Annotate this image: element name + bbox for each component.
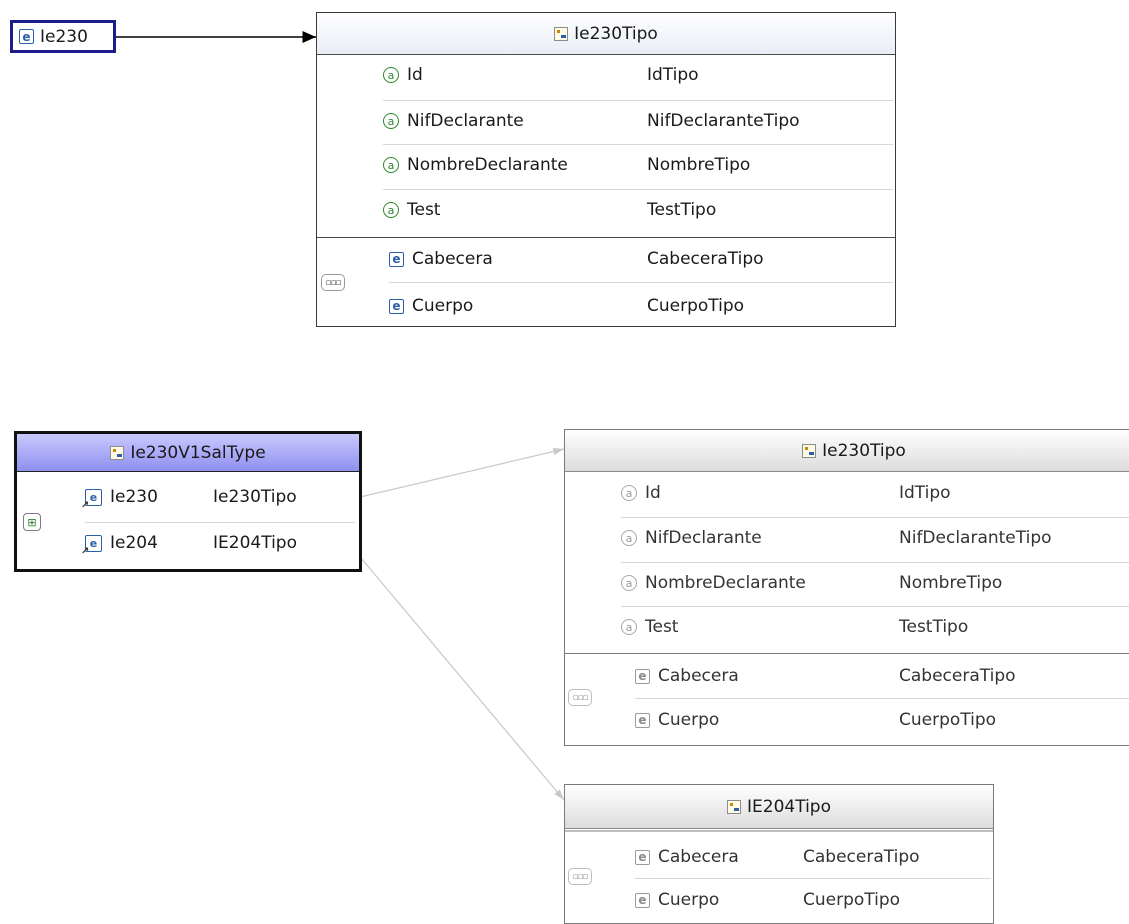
top-element-node[interactable]: e Ie230 [10,20,116,53]
sequence-icon[interactable]: ▫▫▫ [321,274,345,291]
element-type: IE204Tipo [213,533,297,553]
attribute-icon: a [621,619,637,635]
top-element-name: Ie230 [40,26,88,47]
ref2-element-row[interactable]: e Cuerpo [635,879,719,921]
element-ref-icon: e [81,488,102,511]
attr-name: NifDeclarante [645,528,762,548]
attr-type: IdTipo [647,65,699,85]
attr-name: Id [645,483,661,503]
top-element-row[interactable]: e Cuerpo [389,285,473,327]
ref-type-1-name: Ie230Tipo [822,440,906,461]
element-name: Ie204 [110,533,158,553]
root-type-box[interactable]: Ie230V1SalType e Ie230 Ie230Tipo e Ie204… [14,431,362,572]
ref1-attr-row[interactable]: a Test [621,606,678,648]
root-ie230-to-type-arrow [355,447,565,499]
attribute-icon: a [621,485,637,501]
element-type: CabeceraTipo [647,249,764,269]
element-icon: e [635,712,650,728]
sequence-icon[interactable]: ▫▫▫ [568,868,592,885]
element-type: CuerpoTipo [803,890,901,910]
element-type: Ie230Tipo [213,487,297,507]
root-type-header: Ie230V1SalType [17,434,359,472]
element-ref-icon: e [81,534,102,557]
ref-type-2-header: IE204Tipo [565,785,993,829]
ref1-element-row[interactable]: e Cabecera [635,655,739,697]
attr-type: TestTipo [899,617,969,637]
element-type: CabeceraTipo [803,847,920,867]
element-name: Cabecera [658,847,739,867]
top-type-name: Ie230Tipo [574,23,658,44]
complex-type-icon [554,26,569,41]
attr-name: Id [407,65,423,85]
top-attr-row[interactable]: a NombreDeclarante [383,144,568,186]
ref2-element-row[interactable]: e Cabecera [635,836,739,878]
ref1-attr-row[interactable]: a Id [621,472,661,514]
ref-type-1-header: Ie230Tipo [565,430,1129,472]
element-name: Cuerpo [658,710,720,730]
ref-type-1-box[interactable]: Ie230Tipo a Id IdTipo a NifDeclarante Ni… [564,429,1129,746]
element-name: Ie230 [110,487,158,507]
complex-type-icon [802,443,817,458]
root-ie204-to-type-arrow [355,551,565,801]
element-type: CabeceraTipo [899,666,1016,686]
attribute-icon: a [621,575,637,591]
element-name: Cabecera [412,249,493,269]
attr-name: Test [645,617,679,637]
complex-type-icon [727,799,741,814]
attr-name: NombreDeclarante [645,573,806,593]
element-icon: e [635,892,650,908]
top-attr-row[interactable]: a Test [383,189,440,231]
attr-name: NombreDeclarante [407,155,568,175]
attr-type: NombreTipo [899,573,1003,593]
root-element-row[interactable]: e Ie204 [81,526,158,560]
attr-name: Test [407,200,441,220]
element-icon: e [635,668,650,684]
attr-type: TestTipo [647,200,717,220]
sequence-icon[interactable]: ▫▫▫ [568,689,592,706]
top-element-row[interactable]: e Cabecera [389,238,493,280]
element-type: CuerpoTipo [647,296,745,316]
element-name: Cuerpo [658,890,720,910]
attr-type: NifDeclaranteTipo [899,528,1052,548]
attribute-icon: a [383,157,399,173]
ref1-attr-row[interactable]: a NifDeclarante [621,517,762,559]
choice-icon[interactable]: ⊞ [23,513,41,531]
element-name: Cabecera [658,666,739,686]
attribute-icon: a [383,67,399,83]
attr-type: NifDeclaranteTipo [647,111,800,131]
element-type: CuerpoTipo [899,710,997,730]
attr-name: NifDeclarante [407,111,524,131]
attr-type: IdTipo [899,483,951,503]
attr-type: NombreTipo [647,155,751,175]
top-type-header: Ie230Tipo [317,13,895,55]
element-icon: e [635,849,650,865]
top-attr-row[interactable]: a NifDeclarante [383,100,524,142]
root-element-row[interactable]: e Ie230 [81,480,158,514]
attribute-icon: a [383,113,399,129]
element-icon: e [389,298,404,314]
top-type-box[interactable]: Ie230Tipo a Id IdTipo a NifDeclarante Ni… [316,12,896,327]
root-type-name: Ie230V1SalType [130,442,266,463]
attribute-icon: a [621,530,637,546]
element-name: Cuerpo [412,296,474,316]
element-icon: e [19,29,34,44]
ref-type-2-name: IE204Tipo [747,796,831,817]
ref-type-2-box[interactable]: IE204Tipo e Cabecera CabeceraTipo e Cuer… [564,784,994,924]
element-icon: e [389,251,404,267]
top-attr-row[interactable]: a Id [383,54,423,96]
complex-type-icon [110,445,125,460]
ref1-element-row[interactable]: e Cuerpo [635,699,719,741]
ref1-attr-row[interactable]: a NombreDeclarante [621,562,806,604]
attribute-icon: a [383,202,399,218]
